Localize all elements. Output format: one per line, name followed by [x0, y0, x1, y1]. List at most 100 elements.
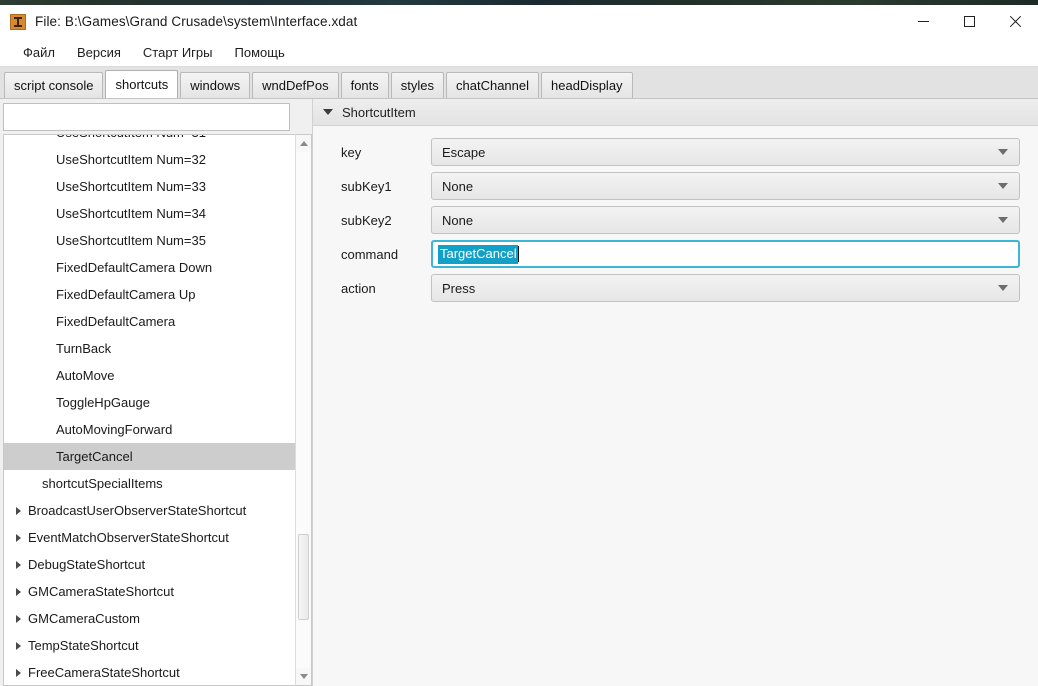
minimize-icon — [917, 21, 929, 22]
scrollbar-track[interactable] — [296, 152, 311, 668]
tree-panel: UseShortcutItem Num=31 UseShortcutItem Nu… — [0, 99, 312, 686]
tree-item[interactable]: UseShortcutItem Num=31 — [4, 135, 295, 146]
shortcut-tree[interactable]: UseShortcutItem Num=31 UseShortcutItem Nu… — [3, 134, 295, 686]
property-label: key — [341, 144, 362, 160]
dropdown-selected-value: Press — [442, 280, 476, 296]
property-dropdown[interactable]: Press — [431, 274, 1020, 302]
tree-item[interactable]: EventMatchObserverStateShortcut — [4, 524, 295, 551]
property-row: subKey1 None — [327, 172, 1020, 200]
tree-item[interactable]: AutoMovingForward — [4, 416, 295, 443]
property-dropdown[interactable]: None — [431, 172, 1020, 200]
main-content: UseShortcutItem Num=31 UseShortcutItem Nu… — [0, 99, 1038, 686]
tree-item[interactable]: FixedDefaultCamera — [4, 308, 295, 335]
tree-item[interactable]: ToggleHpGauge — [4, 389, 295, 416]
tab-windows[interactable]: windows — [180, 72, 251, 98]
tree-item-label: GMCameraCustom — [28, 611, 140, 626]
tree-item-label: UseShortcutItem Num=33 — [56, 179, 206, 194]
scroll-up-button[interactable] — [296, 135, 311, 152]
tree-item-label: FixedDefaultCamera Down — [56, 260, 213, 275]
tree-item[interactable]: UseShortcutItem Num=35 — [4, 227, 295, 254]
tree-item-label: UseShortcutItem Num=34 — [56, 206, 206, 221]
property-row: subKey2 None — [327, 206, 1020, 234]
tab-styles[interactable]: styles — [390, 72, 444, 98]
tree-item[interactable]: DebugStateShortcut — [4, 551, 295, 578]
tree-item[interactable]: AutoMove — [4, 362, 295, 389]
property-dropdown[interactable]: Escape — [431, 138, 1020, 166]
chevron-right-icon[interactable] — [16, 534, 21, 542]
property-label: command — [341, 246, 399, 262]
chevron-down-icon[interactable] — [998, 183, 1008, 189]
scroll-down-button[interactable] — [296, 668, 311, 685]
tree-item[interactable]: FixedDefaultCamera Down — [4, 254, 295, 281]
tree-item-label: FixedDefaultCamera Up — [56, 287, 196, 302]
tab-script-console[interactable]: script console — [4, 72, 104, 98]
tree-item[interactable]: FixedDefaultCamera Up — [4, 281, 295, 308]
tree-item-label: TempStateShortcut — [28, 638, 139, 653]
dropdown-selected-value: None — [442, 178, 474, 194]
tab-shortcuts[interactable]: shortcuts — [105, 70, 179, 98]
tree-filter-input[interactable] — [3, 103, 290, 131]
tree-item[interactable]: FreeCameraStateShortcut — [4, 659, 295, 685]
tree-item[interactable]: BroadcastUserObserverStateShortcut — [4, 497, 295, 524]
tab-chatchannel[interactable]: chatChannel — [446, 72, 539, 98]
tree-item-label: TurnBack — [56, 341, 112, 356]
text-caret — [517, 246, 519, 262]
property-dropdown[interactable]: None — [431, 206, 1020, 234]
command-text-input[interactable]: TargetCancel — [431, 240, 1020, 268]
tab-headdisplay[interactable]: headDisplay — [541, 72, 633, 98]
tree-item[interactable]: TurnBack — [4, 335, 295, 362]
tree-item-label: DebugStateShortcut — [28, 557, 146, 572]
menu-item-help[interactable]: Помощь — [224, 42, 296, 63]
chevron-right-icon[interactable] — [16, 588, 21, 596]
tab-fonts[interactable]: fonts — [340, 72, 389, 98]
tree-scroll-area: UseShortcutItem Num=31 UseShortcutItem Nu… — [3, 134, 312, 686]
chevron-down-icon — [323, 109, 333, 115]
scrollbar-thumb[interactable] — [298, 533, 309, 620]
tree-item-label: TargetCancel — [56, 449, 133, 464]
property-panel: ShortcutItem key Escape subKey1 None subKey2… — [312, 99, 1038, 686]
chevron-down-icon[interactable] — [998, 285, 1008, 291]
chevron-right-icon[interactable] — [16, 669, 21, 677]
tree-vertical-scrollbar[interactable] — [295, 134, 312, 686]
chevron-right-icon[interactable] — [16, 507, 21, 515]
menu-item-version[interactable]: Версия — [66, 42, 132, 63]
minimize-button[interactable] — [900, 5, 946, 38]
maximize-button[interactable] — [946, 5, 992, 38]
property-label: action — [341, 280, 376, 296]
dropdown-selected-value: None — [442, 212, 474, 228]
chevron-down-icon[interactable] — [998, 149, 1008, 155]
window-controls — [900, 5, 1038, 38]
tree-item[interactable]: UseShortcutItem Num=32 — [4, 146, 295, 173]
selected-text: TargetCancel — [438, 244, 518, 264]
close-button[interactable] — [992, 5, 1038, 38]
tree-item-label: AutoMove — [56, 368, 115, 383]
chevron-down-icon[interactable] — [998, 217, 1008, 223]
tree-item-label: shortcutSpecialItems — [42, 476, 163, 491]
tree-item-label: UseShortcutItem Num=31 — [56, 135, 206, 140]
maximize-icon — [963, 16, 975, 27]
tree-item[interactable]: GMCameraCustom — [4, 605, 295, 632]
menu-item-file[interactable]: Файл — [12, 42, 66, 63]
chevron-right-icon[interactable] — [16, 642, 21, 650]
title-bar: File: B:\Games\Grand Crusade\system\Inte… — [0, 5, 1038, 38]
property-row: key Escape — [327, 138, 1020, 166]
tree-item[interactable]: TargetCancel — [4, 443, 295, 470]
menu-bar: Файл Версия Старт Игры Помощь — [0, 38, 1038, 67]
tree-item[interactable]: UseShortcutItem Num=34 — [4, 200, 295, 227]
property-group-header[interactable]: ShortcutItem — [313, 99, 1038, 126]
tab-wnddefpos[interactable]: wndDefPos — [252, 72, 339, 98]
tree-item-label: GMCameraStateShortcut — [28, 584, 174, 599]
tree-item[interactable]: UseShortcutItem Num=33 — [4, 173, 295, 200]
window-title: File: B:\Games\Grand Crusade\system\Inte… — [35, 14, 358, 29]
tree-item[interactable]: TempStateShortcut — [4, 632, 295, 659]
close-icon — [1009, 15, 1022, 28]
chevron-right-icon[interactable] — [16, 561, 21, 569]
property-row: command TargetCancel — [327, 240, 1020, 268]
tree-item[interactable]: GMCameraStateShortcut — [4, 578, 295, 605]
tree-item[interactable]: shortcutSpecialItems — [4, 470, 295, 497]
tree-item-label: BroadcastUserObserverStateShortcut — [28, 503, 247, 518]
tree-items: UseShortcutItem Num=31 UseShortcutItem Nu… — [4, 135, 295, 685]
menu-item-start-game[interactable]: Старт Игры — [132, 42, 224, 63]
chevron-right-icon[interactable] — [16, 615, 21, 623]
property-label: subKey2 — [341, 212, 392, 228]
